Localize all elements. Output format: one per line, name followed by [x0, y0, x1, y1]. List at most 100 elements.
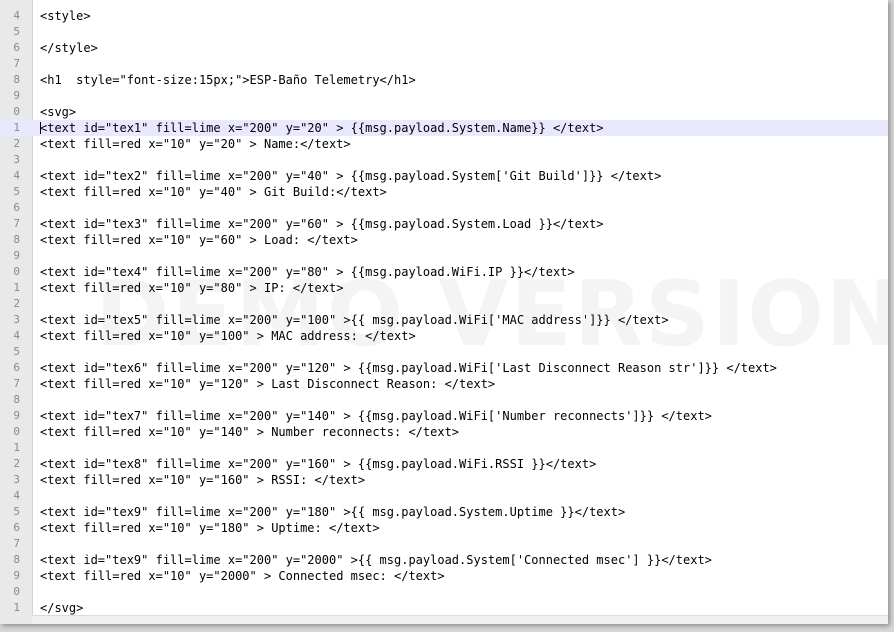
line-number: 1 — [13, 121, 20, 134]
line-text[interactable]: <text fill=red x="10" y="60" > Load: </t… — [40, 232, 358, 248]
line-number: 2 — [13, 137, 20, 150]
code-line[interactable]: 1 <text fill=red x="10" y="80" > IP: </te… — [0, 280, 888, 296]
line-number: 7 — [13, 57, 20, 70]
line-text[interactable]: <text fill=red x="10" y="100" > MAC addr… — [40, 328, 416, 344]
line-number: 3 — [13, 473, 20, 486]
line-number: 0 — [13, 585, 20, 598]
line-text[interactable]: <text id="tex9" fill=lime x="200" y="180… — [40, 504, 625, 520]
line-text[interactable]: <text fill=red x="10" y="180" > Uptime: … — [40, 520, 380, 536]
code-line[interactable]: 3 — [0, 152, 888, 168]
line-text[interactable]: <text fill=red x="10" y="80" > IP: </tex… — [40, 280, 343, 296]
code-line[interactable]: 3 <text fill=red x="10" y="160" > RSSI: <… — [0, 472, 888, 488]
line-number: 6 — [13, 41, 20, 54]
line-number: 0 — [13, 105, 20, 118]
code-line[interactable]: 5 — [0, 344, 888, 360]
code-line[interactable]: 0 <text fill=red x="10" y="140" > Number … — [0, 424, 888, 440]
code-line[interactable]: 2 — [0, 296, 888, 312]
code-line[interactable]: 4 <text fill=red x="10" y="100" > MAC add… — [0, 328, 888, 344]
line-text[interactable]: <text id="tex4" fill=lime x="200" y="80"… — [40, 264, 575, 280]
line-number: 6 — [13, 361, 20, 374]
code-line[interactable]: 8 <h1 style="font-size:15px;">ESP-Baño Te… — [0, 72, 888, 88]
code-line[interactable]: 7 — [0, 536, 888, 552]
code-line[interactable]: 0 <svg> — [0, 104, 888, 120]
line-text[interactable]: <text id="tex5" fill=lime x="200" y="100… — [40, 312, 669, 328]
line-number: 6 — [13, 201, 20, 214]
code-line[interactable]: 0 — [0, 584, 888, 600]
code-line[interactable]: 6 — [0, 200, 888, 216]
line-text[interactable]: </style> — [40, 40, 98, 56]
line-number: 1 — [13, 601, 20, 614]
code-line[interactable]: 9 — [0, 248, 888, 264]
code-line[interactable]: 7 <text fill=red x="10" y="120" > Last Di… — [0, 376, 888, 392]
text-caret — [40, 122, 41, 134]
line-number: 9 — [13, 569, 20, 582]
code-line[interactable]: 3 <text id="tex5" fill=lime x="200" y="10… — [0, 312, 888, 328]
line-number: 7 — [13, 217, 20, 230]
code-line[interactable]: 2 <text fill=red x="10" y="20" > Name:</t… — [0, 136, 888, 152]
code-line[interactable]: 1 — [0, 440, 888, 456]
line-number: 4 — [13, 9, 20, 22]
line-number: 9 — [13, 409, 20, 422]
code-line[interactable]: 9 — [0, 88, 888, 104]
line-number: 8 — [13, 73, 20, 86]
line-number: 6 — [13, 521, 20, 534]
line-number: 1 — [13, 441, 20, 454]
code-line[interactable]: 5 — [0, 24, 888, 40]
line-text[interactable]: <text fill=red x="10" y="140" > Number r… — [40, 424, 459, 440]
line-number: 4 — [13, 169, 20, 182]
line-number: 3 — [13, 313, 20, 326]
line-text[interactable]: <style> — [40, 8, 91, 24]
line-number: 5 — [13, 505, 20, 518]
code-line[interactable]: 9 <text fill=red x="10" y="2000" > Connec… — [0, 568, 888, 584]
line-number: 4 — [13, 329, 20, 342]
code-line[interactable]: 0 <text id="tex4" fill=lime x="200" y="80… — [0, 264, 888, 280]
line-text[interactable]: <text id="tex1" fill=lime x="200" y="20"… — [40, 120, 604, 136]
line-text[interactable]: <text fill=red x="10" y="20" > Name:</te… — [40, 136, 351, 152]
code-line[interactable]: 5 <text id="tex9" fill=lime x="200" y="18… — [0, 504, 888, 520]
code-line[interactable]: 6 </style> — [0, 40, 888, 56]
line-text[interactable]: <h1 style="font-size:15px;">ESP-Baño Tel… — [40, 72, 416, 88]
line-number: 9 — [13, 89, 20, 102]
code-line[interactable]: 6 <text id="tex6" fill=lime x="200" y="12… — [0, 360, 888, 376]
line-text[interactable]: <svg> — [40, 104, 76, 120]
code-line[interactable]: 8 — [0, 392, 888, 408]
line-number: 1 — [13, 281, 20, 294]
line-number: 9 — [13, 249, 20, 262]
code-editor[interactable]: DEMO VERSION 4<style>56</style>78<h1 sty… — [0, 0, 888, 624]
code-line[interactable]: 7 — [0, 56, 888, 72]
code-lines[interactable]: 4 <style> 5 6 </style> 7 8 <h1 style="font-size… — [0, 8, 888, 616]
code-line[interactable]: 1 </svg> — [0, 600, 888, 616]
line-number: 2 — [13, 297, 20, 310]
code-line[interactable]: 4 <style> — [0, 8, 888, 24]
code-line[interactable]: 8 <text fill=red x="10" y="60" > Load: </… — [0, 232, 888, 248]
code-line[interactable]: 7 <text id="tex3" fill=lime x="200" y="60… — [0, 216, 888, 232]
line-number: 8 — [13, 233, 20, 246]
line-text[interactable]: <text fill=red x="10" y="120" > Last Dis… — [40, 376, 495, 392]
code-line[interactable]: 8 <text id="tex9" fill=lime x="200" y="20… — [0, 552, 888, 568]
line-text[interactable]: <text id="tex9" fill=lime x="200" y="200… — [40, 552, 712, 568]
code-line[interactable]: 9 <text id="tex7" fill=lime x="200" y="14… — [0, 408, 888, 424]
code-line[interactable]: 4 — [0, 488, 888, 504]
line-text[interactable]: </svg> — [40, 600, 83, 616]
line-text[interactable]: <text id="tex2" fill=lime x="200" y="40"… — [40, 168, 661, 184]
line-number: 8 — [13, 393, 20, 406]
line-number: 0 — [13, 425, 20, 438]
line-text[interactable]: <text id="tex8" fill=lime x="200" y="160… — [40, 456, 596, 472]
line-text[interactable]: <text fill=red x="10" y="160" > RSSI: </… — [40, 472, 365, 488]
line-text[interactable]: <text id="tex6" fill=lime x="200" y="120… — [40, 360, 777, 376]
line-text[interactable]: <text fill=red x="10" y="2000" > Connect… — [40, 568, 445, 584]
code-line[interactable]: 5 <text fill=red x="10" y="40" > Git Buil… — [0, 184, 888, 200]
line-number: 4 — [13, 489, 20, 502]
line-number: 5 — [13, 25, 20, 38]
line-text[interactable]: <text id="tex7" fill=lime x="200" y="140… — [40, 408, 712, 424]
code-line[interactable]: 1 <text id="tex1" fill=lime x="200" y="20… — [0, 120, 888, 136]
code-line[interactable]: 6 <text fill=red x="10" y="180" > Uptime:… — [0, 520, 888, 536]
line-text[interactable]: <text id="tex3" fill=lime x="200" y="60"… — [40, 216, 604, 232]
code-line[interactable]: 4 <text id="tex2" fill=lime x="200" y="40… — [0, 168, 888, 184]
line-text[interactable]: <text fill=red x="10" y="40" > Git Build… — [40, 184, 387, 200]
code-line[interactable]: 2 <text id="tex8" fill=lime x="200" y="16… — [0, 456, 888, 472]
horizontal-scrollbar[interactable] — [32, 615, 888, 624]
line-number: 8 — [13, 553, 20, 566]
line-number: 5 — [13, 185, 20, 198]
line-number: 2 — [13, 457, 20, 470]
